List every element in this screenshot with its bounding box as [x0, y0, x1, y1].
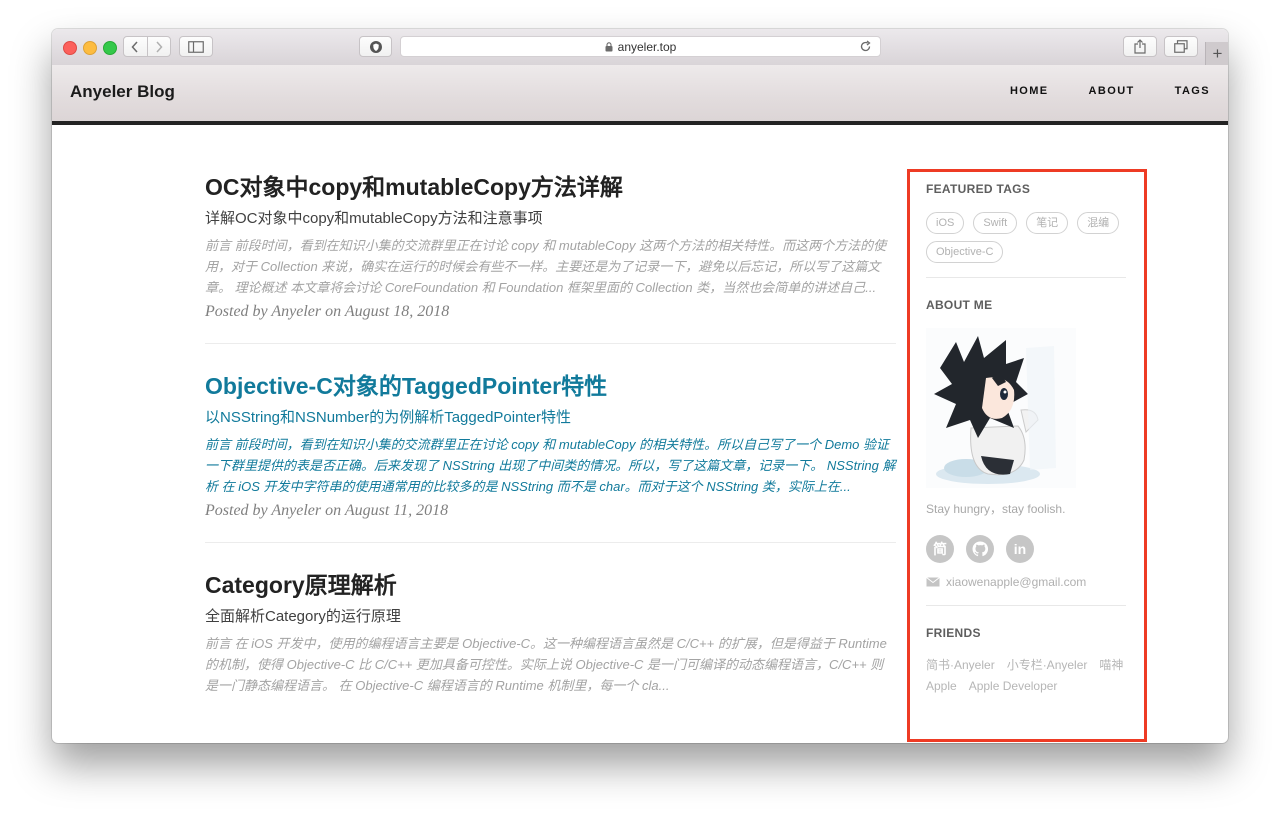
- friend-link[interactable]: Apple Developer: [969, 679, 1058, 693]
- linkedin-icon[interactable]: in: [1006, 535, 1034, 563]
- friends-links: 简书·Anyeler 小专栏·Anyeler 喵神 Apple Apple De…: [926, 656, 1131, 693]
- post-meta: Posted by Anyeler on August 18, 2018: [205, 303, 450, 320]
- nav-about[interactable]: ABOUT: [1089, 85, 1135, 97]
- post-title[interactable]: OC对象中copy和mutableCopy方法详解: [205, 171, 896, 203]
- nav-tags[interactable]: TAGS: [1175, 85, 1210, 97]
- friend-link[interactable]: 喵神: [1099, 656, 1123, 673]
- reload-icon[interactable]: [859, 40, 872, 53]
- post-list: OC对象中copy和mutableCopy方法详解 详解OC对象中copy和mu…: [205, 159, 896, 696]
- site-navbar: Anyeler Blog HOME ABOUT TAGS: [52, 65, 1228, 125]
- post-item[interactable]: OC对象中copy和mutableCopy方法详解 详解OC对象中copy和mu…: [205, 159, 896, 344]
- zoom-window-button[interactable]: [103, 41, 117, 55]
- address-bar[interactable]: anyeler.top: [400, 36, 881, 57]
- email-line[interactable]: xiaowenapple@gmail.com: [926, 575, 1126, 589]
- featured-tags: iOS Swift 笔记 混编 Objective-C: [926, 212, 1126, 263]
- avatar: [926, 328, 1076, 488]
- site-brand[interactable]: Anyeler Blog: [70, 82, 175, 102]
- share-button[interactable]: [1123, 36, 1157, 57]
- post-excerpt[interactable]: 前言 在 iOS 开发中，使用的编程语言主要是 Objective-C。这一种编…: [205, 633, 896, 696]
- friends-heading: FRIENDS: [926, 626, 981, 640]
- jianshu-icon[interactable]: 简: [926, 535, 954, 563]
- profile-motto: Stay hungry，stay foolish.: [926, 502, 1066, 516]
- avatar-illustration: [926, 328, 1076, 488]
- post-subtitle[interactable]: 详解OC对象中copy和mutableCopy方法和注意事项: [205, 209, 896, 229]
- tag-mixed[interactable]: 混编: [1077, 212, 1120, 234]
- sidebar-icon: [188, 40, 204, 53]
- plus-icon: +: [1212, 43, 1223, 63]
- featured-tags-heading: FEATURED TAGS: [926, 182, 1031, 196]
- post-item[interactable]: Objective-C对象的TaggedPointer特性 以NSString和…: [205, 344, 896, 543]
- tag-ios[interactable]: iOS: [926, 212, 965, 234]
- shield-icon: [369, 40, 382, 53]
- post-subtitle[interactable]: 全面解析Category的运行原理: [205, 607, 896, 627]
- tag-objective-c[interactable]: Objective-C: [926, 241, 1004, 263]
- github-icon[interactable]: [966, 535, 994, 563]
- privacy-extension-button[interactable]: [359, 36, 392, 57]
- tag-notes[interactable]: 笔记: [1026, 212, 1069, 234]
- history-nav-group: [123, 36, 171, 57]
- nav-links: HOME ABOUT TAGS: [1010, 85, 1210, 97]
- post-excerpt[interactable]: 前言 前段时间，看到在知识小集的交流群里正在讨论 copy 和 mutableC…: [205, 434, 896, 497]
- show-tabs-button[interactable]: [1164, 36, 1198, 57]
- url-text: anyeler.top: [617, 39, 677, 54]
- minimize-window-button[interactable]: [83, 41, 97, 55]
- back-button[interactable]: [124, 37, 147, 56]
- tabs-icon: [1174, 40, 1188, 53]
- sidebar-highlight-box: FEATURED TAGS iOS Swift 笔记 混编 Objective-…: [907, 169, 1147, 742]
- post-meta: Posted by Anyeler on August 11, 2018: [205, 502, 449, 519]
- friend-link[interactable]: Apple: [926, 679, 957, 693]
- share-icon: [1134, 39, 1146, 54]
- tag-swift[interactable]: Swift: [973, 212, 1018, 234]
- sidebar-divider: [926, 605, 1126, 606]
- chevron-right-icon: [156, 40, 163, 53]
- about-me-heading: ABOUT ME: [926, 298, 993, 312]
- email-address[interactable]: xiaowenapple@gmail.com: [946, 575, 1086, 589]
- lock-icon: [605, 41, 613, 51]
- browser-window: anyeler.top + Anyeler Blog HOME ABOUT TA…: [52, 29, 1228, 743]
- friend-link[interactable]: 小专栏·Anyeler: [1007, 656, 1088, 673]
- new-tab-button[interactable]: +: [1205, 42, 1228, 65]
- social-links: 简 in: [926, 535, 1126, 563]
- sidebar-divider: [926, 277, 1126, 278]
- sidebar-toggle-button[interactable]: [179, 36, 213, 57]
- sidebar: FEATURED TAGS iOS Swift 笔记 混编 Objective-…: [926, 182, 1126, 693]
- close-window-button[interactable]: [63, 41, 77, 55]
- forward-button[interactable]: [146, 37, 171, 56]
- post-title[interactable]: Objective-C对象的TaggedPointer特性: [205, 370, 896, 402]
- browser-titlebar: anyeler.top +: [52, 29, 1228, 66]
- friend-link[interactable]: 简书·Anyeler: [926, 656, 995, 673]
- nav-home[interactable]: HOME: [1010, 85, 1049, 97]
- post-item[interactable]: Category原理解析 全面解析Category的运行原理 前言 在 iOS …: [205, 543, 896, 696]
- chevron-left-icon: [131, 40, 138, 53]
- post-subtitle[interactable]: 以NSString和NSNumber的为例解析TaggedPointer特性: [205, 408, 896, 428]
- post-excerpt[interactable]: 前言 前段时间，看到在知识小集的交流群里正在讨论 copy 和 mutableC…: [205, 235, 896, 298]
- mail-icon: [926, 577, 940, 587]
- post-title[interactable]: Category原理解析: [205, 569, 896, 601]
